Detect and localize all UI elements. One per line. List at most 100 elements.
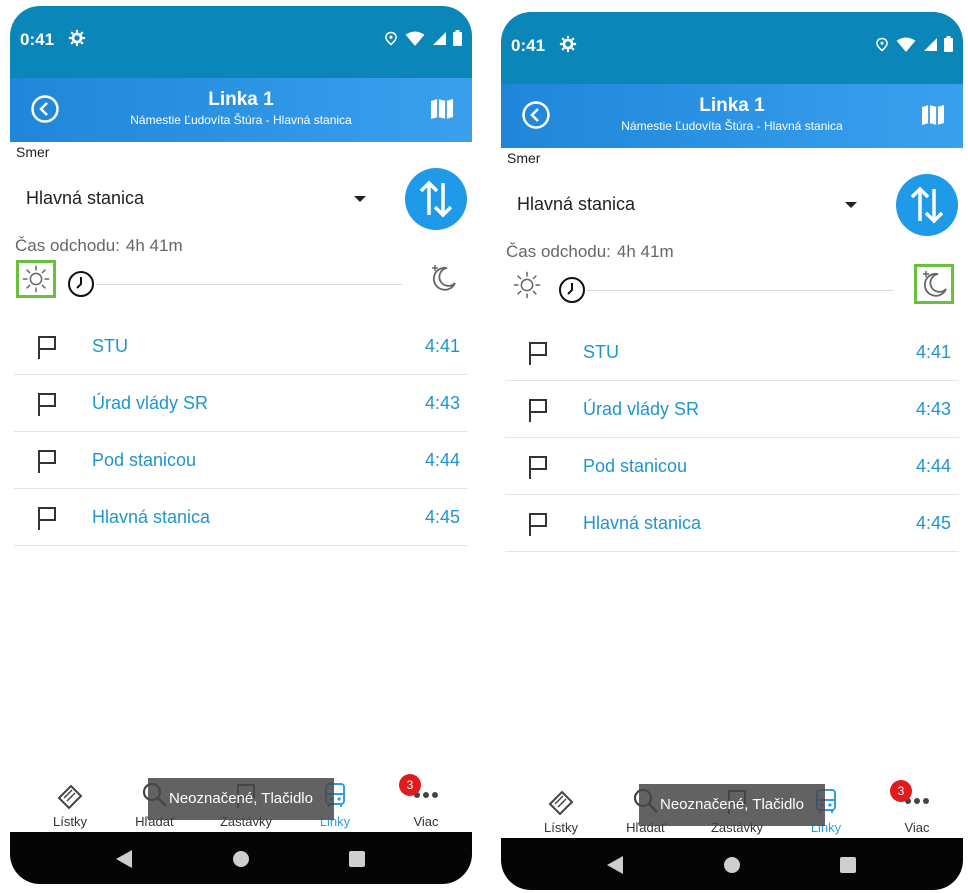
tab-viac[interactable]: Viac	[386, 772, 466, 832]
tab-label: Lístky	[544, 820, 578, 835]
status-bar: 0:41	[501, 12, 963, 84]
stop-name: STU	[92, 336, 128, 356]
direction-dropdown[interactable]: Hlavná stanica	[507, 180, 869, 226]
system-navigation-bar	[501, 838, 963, 890]
list-item[interactable]: Úrad vlády SR 4:43	[14, 375, 468, 432]
stop-time: 4:41	[424, 336, 460, 356]
swap-direction-icon	[405, 180, 467, 234]
wifi-icon	[405, 30, 425, 46]
status-time: 0:41	[20, 30, 55, 49]
recents-square-icon[interactable]	[348, 850, 366, 873]
back-arrow-icon[interactable]	[30, 94, 60, 124]
header-titles: Linka 1 Námestie Ľudovíta Štúra - Hlavná…	[70, 88, 412, 128]
direction-dropdown[interactable]: Hlavná stanica	[16, 174, 378, 220]
home-circle-icon[interactable]	[232, 850, 250, 873]
time-slider-track[interactable]	[96, 284, 402, 285]
swap-direction-button[interactable]	[405, 168, 467, 230]
tab-listky[interactable]: Lístky	[30, 772, 110, 832]
direction-label: Smer	[507, 150, 541, 166]
back-triangle-icon[interactable]	[607, 856, 623, 879]
stop-name: Úrad vlády SR	[92, 393, 209, 413]
ticket-icon	[546, 786, 576, 816]
gear-icon	[559, 35, 577, 58]
status-bar: 0:41	[10, 6, 472, 78]
tab-listky[interactable]: Lístky	[521, 778, 601, 838]
departure-value: 4h 41m	[616, 242, 674, 261]
departure-time: Čas odchodu: 4h 41m	[506, 242, 674, 262]
stop-time: 4:45	[424, 507, 460, 527]
system-navigation-bar	[10, 832, 472, 884]
flag-icon	[36, 448, 58, 474]
swap-direction-button[interactable]	[896, 174, 958, 236]
stop-time: 4:43	[915, 399, 951, 419]
direction-value: Hlavná stanica	[517, 194, 636, 214]
map-icon[interactable]	[921, 104, 945, 126]
stop-name: Hlavná stanica	[583, 513, 702, 533]
stop-name: Hlavná stanica	[92, 507, 211, 527]
notification-badge: 3	[890, 780, 912, 802]
moon-icon[interactable]	[423, 258, 463, 298]
accessibility-toast: Neoznačené, Tlačidlo	[148, 778, 334, 820]
tab-label: Lístky	[53, 814, 87, 829]
status-time: 0:41	[511, 36, 546, 55]
stop-time: 4:44	[915, 456, 951, 476]
tab-label: Viac	[413, 814, 439, 829]
home-circle-icon[interactable]	[723, 856, 741, 879]
gear-icon	[68, 29, 86, 52]
list-item[interactable]: Hlavná stanica 4:45	[505, 495, 959, 552]
stop-time: 4:43	[424, 393, 460, 413]
stop-name: Pod stanicou	[583, 456, 688, 476]
swap-direction-icon	[896, 186, 958, 240]
stop-time: 4:44	[424, 450, 460, 470]
departure-label: Čas odchodu:	[15, 236, 120, 255]
page-subtitle: Námestie Ľudovíta Štúra - Hlavná stanica	[130, 113, 352, 127]
sun-icon[interactable]	[507, 266, 547, 304]
ticket-icon	[55, 780, 85, 810]
signal-icon	[923, 36, 937, 52]
flag-icon	[36, 505, 58, 531]
battery-icon	[453, 30, 462, 46]
accessibility-toast: Neoznačené, Tlačidlo	[639, 784, 825, 826]
direction-label: Smer	[16, 144, 50, 160]
flag-icon	[36, 334, 58, 360]
chevron-down-icon	[845, 202, 857, 208]
sun-icon[interactable]	[16, 260, 56, 298]
battery-icon	[944, 36, 953, 52]
page-title: Linka 1	[208, 89, 274, 110]
list-item[interactable]: Pod stanicou 4:44	[14, 432, 468, 489]
tab-viac[interactable]: Viac	[877, 778, 957, 838]
flag-icon	[527, 397, 549, 423]
header-titles: Linka 1 Námestie Ľudovíta Štúra - Hlavná…	[561, 94, 903, 134]
flag-icon	[36, 391, 58, 417]
recents-square-icon[interactable]	[839, 856, 857, 879]
stop-time: 4:41	[915, 342, 951, 362]
list-item[interactable]: STU 4:41	[505, 324, 959, 381]
flag-icon	[527, 511, 549, 537]
notification-badge: 3	[399, 774, 421, 796]
map-icon[interactable]	[430, 98, 454, 120]
app-bar: Linka 1 Námestie Ľudovíta Štúra - Hlavná…	[501, 84, 963, 148]
stop-time: 4:45	[915, 513, 951, 533]
list-item[interactable]: Úrad vlády SR 4:43	[505, 381, 959, 438]
chevron-down-icon	[354, 196, 366, 202]
moon-icon[interactable]	[914, 264, 954, 304]
stop-list: STU 4:41 Úrad vlády SR 4:43 Pod stanicou…	[505, 324, 959, 552]
direction-value: Hlavná stanica	[26, 188, 145, 208]
stop-list: STU 4:41 Úrad vlády SR 4:43 Pod stanicou…	[14, 318, 468, 546]
list-item[interactable]: Pod stanicou 4:44	[505, 438, 959, 495]
tab-label: Viac	[904, 820, 930, 835]
departure-label: Čas odchodu:	[506, 242, 611, 261]
time-slider-track[interactable]	[587, 290, 893, 291]
flag-icon	[527, 340, 549, 366]
back-triangle-icon[interactable]	[116, 850, 132, 873]
wifi-icon	[896, 36, 916, 52]
back-arrow-icon[interactable]	[521, 100, 551, 130]
clock-icon[interactable]	[66, 269, 96, 299]
location-icon	[384, 30, 398, 46]
clock-icon[interactable]	[557, 275, 587, 305]
location-icon	[875, 36, 889, 52]
list-item[interactable]: Hlavná stanica 4:45	[14, 489, 468, 546]
list-item[interactable]: STU 4:41	[14, 318, 468, 375]
stop-name: Pod stanicou	[92, 450, 197, 470]
departure-value: 4h 41m	[125, 236, 183, 255]
